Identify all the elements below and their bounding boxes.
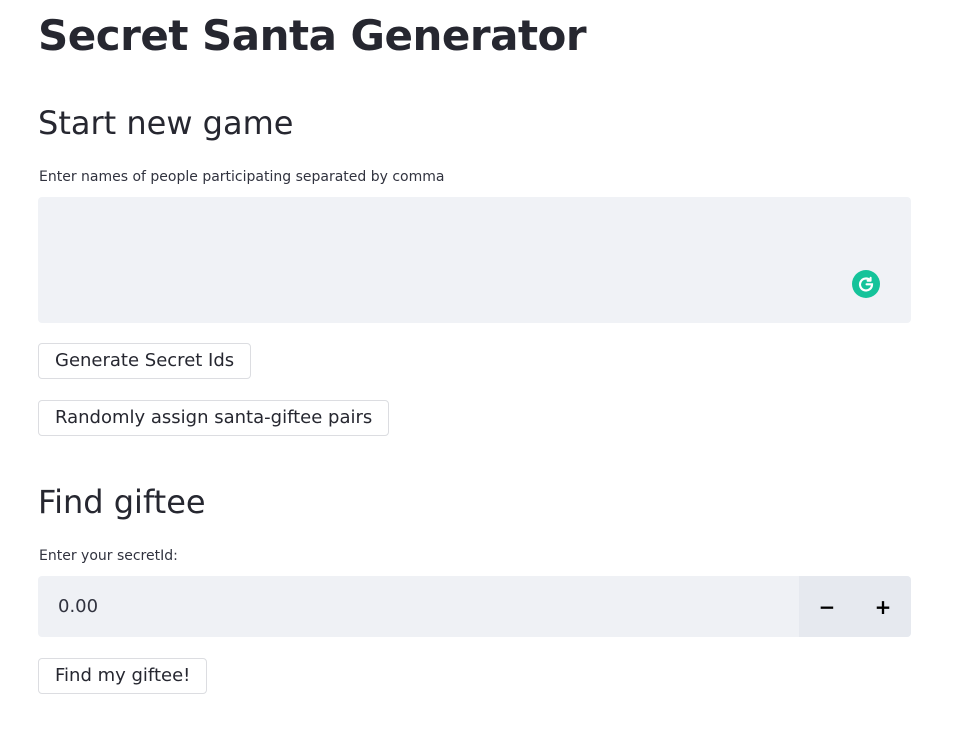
increment-button[interactable]: + bbox=[855, 576, 911, 637]
names-field-label: Enter names of people participating sepa… bbox=[39, 169, 445, 185]
generate-secret-ids-button[interactable]: Generate Secret Ids bbox=[38, 343, 252, 379]
names-textarea[interactable] bbox=[38, 197, 911, 323]
assign-pairs-button[interactable]: Randomly assign santa-giftee pairs bbox=[38, 400, 390, 436]
start-new-game-heading: Start new game bbox=[38, 104, 294, 142]
decrement-button[interactable]: − bbox=[799, 576, 855, 637]
app-page: Secret Santa Generator Start new game En… bbox=[0, 0, 957, 731]
grammarly-g-glyph-icon bbox=[858, 276, 874, 292]
grammarly-icon[interactable] bbox=[852, 270, 880, 298]
find-giftee-heading: Find giftee bbox=[38, 483, 206, 521]
secret-id-field[interactable]: 0.00 bbox=[38, 576, 799, 637]
secret-id-number-input: 0.00 − + bbox=[38, 576, 911, 637]
secret-id-label: Enter your secretId: bbox=[39, 548, 178, 564]
page-title: Secret Santa Generator bbox=[38, 11, 587, 60]
find-my-giftee-button[interactable]: Find my giftee! bbox=[38, 658, 208, 694]
